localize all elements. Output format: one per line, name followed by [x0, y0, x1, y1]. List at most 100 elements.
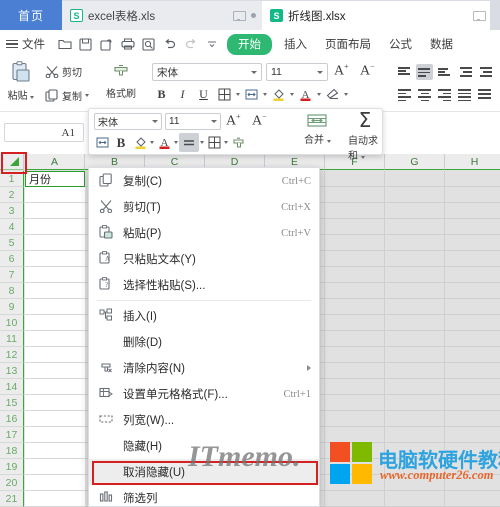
- grid-cell[interactable]: [325, 203, 385, 219]
- autosum-button[interactable]: Σ 自动求和: [348, 110, 382, 162]
- row-header-4[interactable]: 4: [0, 219, 24, 235]
- chevron-down-icon[interactable]: [211, 120, 217, 123]
- grid-cell[interactable]: [385, 235, 445, 251]
- grid-cell[interactable]: [325, 267, 385, 283]
- mini-merge-center-icon[interactable]: [93, 133, 111, 152]
- grid-cell[interactable]: [445, 171, 500, 187]
- save-icon[interactable]: [76, 35, 95, 54]
- row-header-6[interactable]: 6: [0, 251, 24, 267]
- grid-cell[interactable]: [445, 187, 500, 203]
- row-header-8[interactable]: 8: [0, 283, 24, 299]
- column-header-g[interactable]: G: [385, 154, 445, 170]
- fill-color-caret-icon[interactable]: [290, 93, 294, 96]
- context-menu-item[interactable]: ? 选择性粘贴(S)...: [89, 272, 319, 298]
- ribbon-tab-formula[interactable]: 公式: [380, 36, 421, 52]
- grid-cell[interactable]: [445, 235, 500, 251]
- grid-cell[interactable]: [325, 219, 385, 235]
- grid-cell[interactable]: [325, 187, 385, 203]
- font-color-caret-icon[interactable]: [317, 93, 321, 96]
- clear-format-caret-icon[interactable]: [344, 93, 348, 96]
- mini-align-caret-icon[interactable]: [200, 141, 204, 144]
- row-header-15[interactable]: 15: [0, 395, 24, 411]
- grid-cell[interactable]: [325, 379, 385, 395]
- grid-cell[interactable]: [325, 347, 385, 363]
- close-icon[interactable]: [251, 13, 256, 18]
- clear-format-icon[interactable]: [323, 85, 342, 104]
- context-menu-item[interactable]: 筛选列: [89, 485, 319, 507]
- grid-cell[interactable]: [325, 491, 385, 507]
- mini-align-icon[interactable]: [179, 133, 199, 152]
- ribbon-tab-start[interactable]: 开始: [227, 33, 272, 55]
- grid-cell[interactable]: [385, 491, 445, 507]
- mini-grow-font-button[interactable]: A+: [226, 112, 241, 130]
- grid-cell[interactable]: [385, 283, 445, 299]
- row-header-10[interactable]: 10: [0, 315, 24, 331]
- underline-button[interactable]: U: [194, 85, 213, 104]
- grid-cell[interactable]: [325, 395, 385, 411]
- row-header-20[interactable]: 20: [0, 475, 24, 491]
- undo-icon[interactable]: [160, 35, 179, 54]
- autosum-caret-icon[interactable]: [360, 156, 365, 159]
- row-header-3[interactable]: 3: [0, 203, 24, 219]
- fill-color-icon[interactable]: [269, 85, 288, 104]
- context-menu-item[interactable]: 复制(C) Ctrl+C: [89, 168, 319, 194]
- copy-button[interactable]: 复制: [45, 88, 89, 103]
- font-size-select[interactable]: 11: [266, 63, 328, 81]
- font-color-icon[interactable]: A: [296, 85, 315, 104]
- align-center-icon[interactable]: [416, 87, 433, 103]
- name-box[interactable]: A1: [4, 123, 84, 142]
- font-name-select[interactable]: 宋体: [152, 63, 262, 81]
- context-menu-item[interactable]: 删除(D): [89, 329, 319, 355]
- grid-cell[interactable]: [385, 315, 445, 331]
- cut-button[interactable]: 剪切: [45, 64, 82, 79]
- row-header-17[interactable]: 17: [0, 427, 24, 443]
- merge-caret-icon[interactable]: [326, 140, 331, 143]
- grid-cell[interactable]: [445, 299, 500, 315]
- grid-cell[interactable]: [385, 267, 445, 283]
- decrease-indent-icon[interactable]: [456, 64, 473, 80]
- paste-button[interactable]: 粘贴: [4, 61, 38, 109]
- increase-indent-icon[interactable]: [476, 64, 493, 80]
- chevron-down-icon[interactable]: [251, 70, 257, 74]
- context-menu-item[interactable]: 列宽(W)...: [89, 407, 319, 433]
- context-menu-item[interactable]: A 只粘贴文本(Y): [89, 246, 319, 272]
- row-header-14[interactable]: 14: [0, 379, 24, 395]
- document-tab-excel-biaoge[interactable]: S excel表格.xls: [62, 1, 262, 30]
- grid-cell[interactable]: [385, 299, 445, 315]
- grid-cell[interactable]: [385, 219, 445, 235]
- grid-cell[interactable]: [385, 203, 445, 219]
- grid-cell[interactable]: [325, 427, 385, 443]
- mini-font-color-caret-icon[interactable]: [174, 141, 178, 144]
- merge-cells-icon[interactable]: [242, 85, 261, 104]
- row-header-9[interactable]: 9: [0, 299, 24, 315]
- mini-fill-caret-icon[interactable]: [150, 141, 154, 144]
- mini-bold-button[interactable]: B: [112, 133, 130, 152]
- monitor-icon[interactable]: [233, 10, 246, 21]
- grid-cell[interactable]: [445, 491, 500, 507]
- grid-cell[interactable]: [385, 187, 445, 203]
- mini-borders-caret-icon[interactable]: [224, 141, 228, 144]
- grid-cell[interactable]: [445, 331, 500, 347]
- grid-cell[interactable]: [325, 171, 385, 187]
- row-header-18[interactable]: 18: [0, 443, 24, 459]
- grid-cell[interactable]: [445, 315, 500, 331]
- grid-cell[interactable]: [385, 363, 445, 379]
- ribbon-tab-insert[interactable]: 插入: [275, 36, 316, 52]
- context-menu-item[interactable]: 插入(I): [89, 303, 319, 329]
- grid-cell[interactable]: [445, 427, 500, 443]
- context-menu-item[interactable]: 剪切(T) Ctrl+X: [89, 194, 319, 220]
- grid-cell[interactable]: [445, 283, 500, 299]
- column-header-h[interactable]: H: [445, 154, 500, 170]
- distribute-icon[interactable]: [476, 87, 493, 103]
- grid-cell[interactable]: [445, 363, 500, 379]
- align-top-icon[interactable]: [396, 64, 413, 80]
- grid-cell[interactable]: [445, 251, 500, 267]
- row-header-16[interactable]: 16: [0, 411, 24, 427]
- chevron-down-icon[interactable]: [317, 70, 323, 74]
- row-header-13[interactable]: 13: [0, 363, 24, 379]
- chevron-down-icon[interactable]: [152, 120, 158, 123]
- open-folder-icon[interactable]: [55, 35, 74, 54]
- bold-button[interactable]: B: [152, 85, 171, 104]
- ribbon-tab-page-layout[interactable]: 页面布局: [316, 36, 380, 52]
- shrink-font-button[interactable]: A−: [360, 62, 375, 80]
